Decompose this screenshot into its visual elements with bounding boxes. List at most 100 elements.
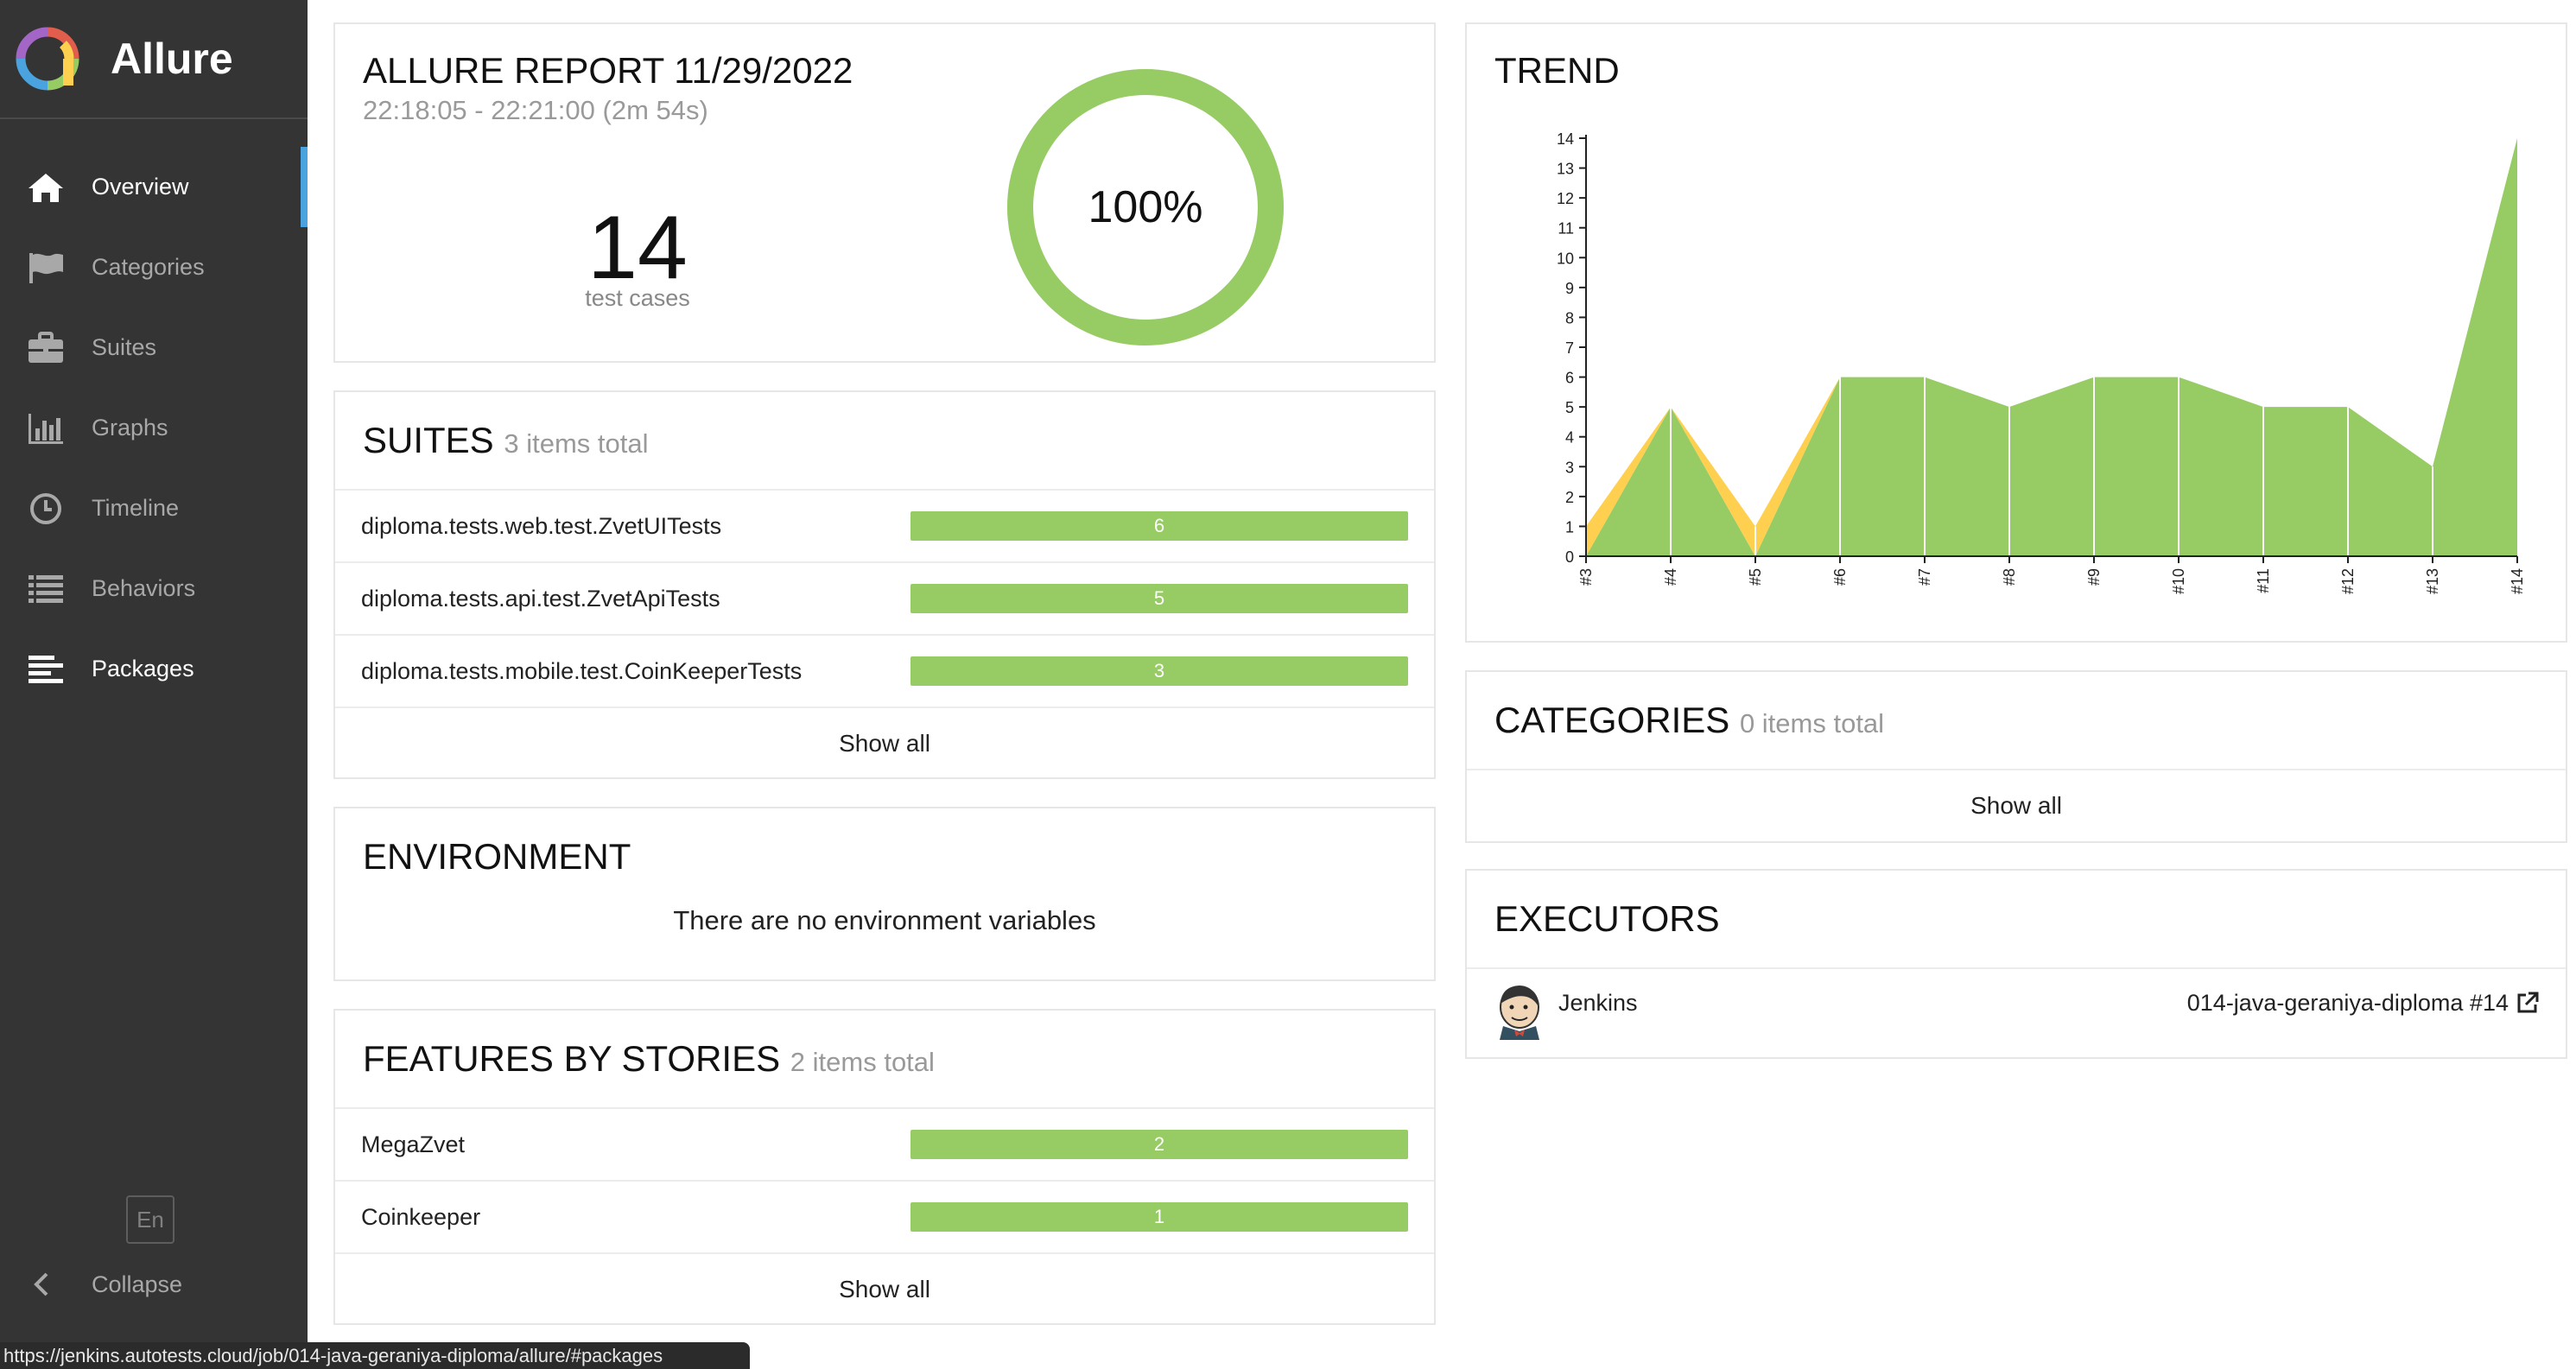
suite-status-bar[interactable]: 3 — [910, 656, 1408, 686]
executor-row[interactable]: Jenkins 014-java-geraniya-diploma #14 — [1467, 967, 2566, 1054]
sidebar-item-label: Behaviors — [92, 575, 196, 601]
trend-x-tick-label: #14 — [2509, 568, 2526, 594]
feature-row[interactable]: Coinkeeper 1 — [335, 1180, 1434, 1252]
trend-x-tick-label: #11 — [2255, 568, 2272, 593]
sidebar-item-graphs[interactable]: Graphs — [0, 388, 308, 468]
report-title: ALLURE REPORT 11/29/2022 — [363, 50, 853, 91]
suite-status-bar[interactable]: 5 — [910, 584, 1408, 613]
success-rate-percent: 100% — [1088, 182, 1203, 232]
features-widget: FEATURES BY STORIES 2 items total MegaZv… — [333, 1009, 1436, 1325]
trend-y-tick-label: 9 — [1565, 280, 1574, 297]
sidebar-item-label: Timeline — [92, 495, 180, 521]
sidebar-item-behaviors[interactable]: Behaviors — [0, 548, 308, 629]
sidebar-item-label: Packages — [92, 656, 194, 681]
trend-y-tick-label: 13 — [1557, 161, 1574, 178]
feature-status-bar[interactable]: 2 — [910, 1130, 1408, 1159]
feature-status-bar[interactable]: 1 — [910, 1202, 1408, 1232]
suite-row[interactable]: diploma.tests.web.test.ZvetUITests 6 — [335, 489, 1434, 561]
sidebar-nav: Overview Categories Suites Graphs Timeli… — [0, 147, 308, 709]
sidebar-item-label: Categories — [92, 254, 205, 280]
feature-name: Coinkeeper — [361, 1203, 481, 1230]
suite-name: diploma.tests.mobile.test.CoinKeeperTest… — [361, 657, 803, 684]
trend-y-tick-label: 8 — [1565, 309, 1574, 326]
executors-widget: EXECUTORS Jenkins 014-java-geraniya-dipl… — [1465, 869, 2567, 1059]
trend-y-tick-label: 1 — [1565, 518, 1574, 536]
language-button[interactable]: En — [126, 1195, 174, 1244]
environment-empty-message: There are no environment variables — [673, 905, 1096, 935]
sidebar-item-label: Overview — [92, 174, 189, 200]
sidebar-item-suites[interactable]: Suites — [0, 307, 308, 388]
trend-y-tick-label: 12 — [1557, 190, 1574, 207]
suites-total: 3 items total — [504, 428, 649, 459]
list-icon — [26, 572, 66, 606]
trend-y-tick-label: 0 — [1565, 548, 1574, 566]
align-left-icon — [26, 652, 66, 687]
suites-title: SUITES 3 items total — [363, 420, 649, 460]
report-time-range: 22:18:05 - 22:21:00 (2m 54s) — [363, 95, 708, 125]
categories-title: CATEGORIES 0 items total — [1494, 700, 1885, 740]
environment-title: ENVIRONMENT — [363, 836, 631, 877]
trend-x-tick-label: #10 — [2170, 568, 2187, 594]
suite-status-bar[interactable]: 6 — [910, 511, 1408, 541]
briefcase-icon — [26, 331, 66, 365]
suite-name: diploma.tests.api.test.ZvetApiTests — [361, 585, 720, 612]
allure-logo-icon — [16, 27, 79, 91]
collapse-label: Collapse — [92, 1271, 183, 1297]
categories-widget: CATEGORIES 0 items total Show all — [1465, 670, 2567, 843]
trend-y-tick-label: 11 — [1558, 220, 1574, 238]
features-show-all-link[interactable]: Show all — [335, 1252, 1434, 1325]
collapse-button[interactable]: Collapse — [33, 1263, 182, 1306]
flag-icon — [26, 250, 66, 285]
jenkins-avatar-icon — [1500, 986, 1539, 1040]
executors-title: EXECUTORS — [1494, 898, 1720, 939]
brand[interactable]: Allure — [0, 0, 308, 119]
trend-widget: TREND 0 1 2 3 4 5 6 7 8 9 10 11 12 13 14 #3 #4 #5 #6 #7 #8 #9… — [1465, 22, 2567, 643]
feature-row[interactable]: MegaZvet 2 — [335, 1107, 1434, 1180]
trend-y-tick-label: 3 — [1565, 459, 1574, 476]
clock-icon — [26, 491, 66, 526]
trend-y-tick-label: 14 — [1557, 130, 1574, 148]
features-title: FEATURES BY STORIES 2 items total — [363, 1038, 935, 1079]
trend-x-tick-label: #3 — [1577, 568, 1595, 586]
suites-widget: SUITES 3 items total diploma.tests.web.t… — [333, 390, 1436, 779]
trend-x-tick-label: #5 — [1747, 568, 1764, 586]
categories-total: 0 items total — [1739, 708, 1885, 738]
executor-name: Jenkins — [1558, 989, 1638, 1016]
sidebar-item-timeline[interactable]: Timeline — [0, 468, 308, 548]
chevron-left-icon — [33, 1271, 59, 1297]
summary-widget: ALLURE REPORT 11/29/2022 22:18:05 - 22:2… — [333, 22, 1436, 363]
trend-y-tick-label: 5 — [1565, 399, 1574, 416]
external-link-icon — [2517, 992, 2539, 1013]
bar-chart-icon — [26, 411, 66, 446]
trend-y-tick-label: 2 — [1565, 489, 1574, 506]
suite-row[interactable]: diploma.tests.mobile.test.CoinKeeperTest… — [335, 634, 1434, 707]
suite-name: diploma.tests.web.test.ZvetUITests — [361, 512, 722, 539]
trend-x-tick-label: #13 — [2424, 568, 2441, 594]
trend-x-tick-label: #6 — [1831, 568, 1849, 586]
suites-show-all-link[interactable]: Show all — [335, 707, 1434, 779]
trend-x-tick-label: #4 — [1662, 568, 1679, 586]
executor-build-label: 014-java-geraniya-diploma #14 — [2186, 989, 2509, 1016]
environment-widget: ENVIRONMENT There are no environment var… — [333, 807, 1436, 981]
sidebar-item-packages[interactable]: Packages — [0, 629, 308, 709]
sidebar-item-categories[interactable]: Categories — [0, 227, 308, 307]
brand-name: Allure — [111, 35, 233, 83]
trend-x-tick-label: #8 — [2001, 568, 2018, 586]
trend-x-tick-label: #7 — [1916, 568, 1933, 586]
trend-y-tick-label: 10 — [1557, 250, 1574, 267]
trend-chart[interactable]: 01234567891011121314#3 #4 #5 #6 #7 #8 #9 #10 #11… — [1467, 24, 2569, 644]
sidebar-item-label: Suites — [92, 334, 157, 360]
feature-name: MegaZvet — [361, 1131, 466, 1157]
categories-show-all-link[interactable]: Show all — [1467, 769, 2566, 841]
trend-y-tick-label: 6 — [1565, 370, 1574, 387]
executor-build-link[interactable]: 014-java-geraniya-diploma #14 — [2187, 990, 2540, 1017]
trend-y-tick-label: 7 — [1565, 339, 1574, 357]
features-total: 2 items total — [790, 1047, 935, 1077]
test-case-count-label: test cases — [585, 285, 690, 311]
suite-row[interactable]: diploma.tests.api.test.ZvetApiTests 5 — [335, 561, 1434, 634]
sidebar-item-overview[interactable]: Overview — [0, 147, 308, 227]
home-icon — [26, 170, 66, 205]
trend-y-tick-label: 4 — [1565, 429, 1574, 447]
trend-x-tick-label: #12 — [2339, 568, 2357, 594]
trend-x-tick-label: #9 — [2085, 568, 2103, 586]
